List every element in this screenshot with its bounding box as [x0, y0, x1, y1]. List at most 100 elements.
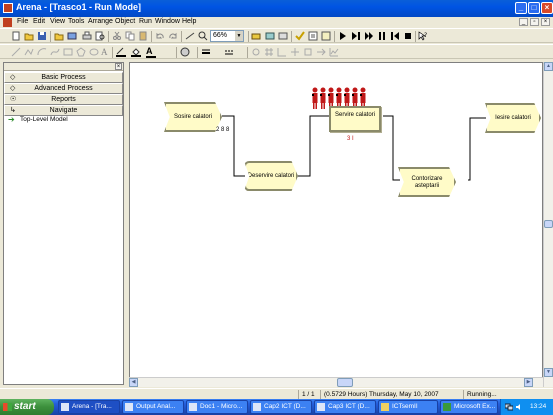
task-cap2[interactable]: Cap2 ICT (D...: [250, 400, 312, 414]
task-ictsemii[interactable]: ICTsemII: [378, 400, 438, 414]
module-contorizare-asteptarii[interactable]: Contorizare asteptarii: [398, 167, 456, 197]
submodel-icon[interactable]: [265, 31, 275, 41]
document-icon[interactable]: [3, 18, 12, 27]
grid-icon[interactable]: [264, 47, 274, 57]
tree-item-top-level-model[interactable]: ➔ Top-Level Model: [8, 116, 68, 124]
close-button[interactable]: ×: [541, 2, 553, 14]
plot-icon[interactable]: [329, 47, 339, 57]
menu-run[interactable]: Run: [139, 18, 152, 25]
ellipse-icon[interactable]: [89, 47, 99, 57]
model-canvas[interactable]: Sosire calatori 2 8 8 Deservire calatori…: [129, 62, 543, 387]
scroll-left-icon[interactable]: ◀: [129, 378, 138, 387]
end-icon[interactable]: [403, 31, 413, 41]
undo-icon[interactable]: [155, 31, 165, 41]
template-attach-icon[interactable]: [54, 31, 64, 41]
mdi-close-button[interactable]: ×: [541, 18, 550, 26]
close-icon[interactable]: ×: [115, 63, 122, 70]
glue-icon[interactable]: [303, 47, 313, 57]
minimize-button[interactable]: _: [515, 2, 527, 14]
guides-icon[interactable]: [290, 47, 300, 57]
panel-navigate[interactable]: ↳ Navigate: [4, 105, 123, 116]
module-sosire-calatori[interactable]: Sosire calatori: [164, 102, 222, 132]
break-icon[interactable]: [321, 31, 331, 41]
maximize-button[interactable]: □: [528, 2, 540, 14]
paste-icon[interactable]: [138, 31, 148, 41]
menu-tools[interactable]: Tools: [68, 18, 84, 25]
horizontal-scrollbar[interactable]: ◀ ▶: [129, 377, 543, 387]
panel-reports[interactable]: ☉ Reports: [4, 94, 123, 105]
snap-icon[interactable]: [251, 47, 261, 57]
vertical-scroll-thumb[interactable]: [544, 220, 553, 228]
task-cap3[interactable]: Cap3 ICT (D...: [314, 400, 376, 414]
menu-help[interactable]: Help: [182, 18, 196, 25]
task-arena[interactable]: Arena - [Tra...: [58, 400, 120, 414]
chevron-down-icon[interactable]: ▼: [235, 31, 243, 41]
named-view-icon[interactable]: [278, 31, 288, 41]
start-over-icon[interactable]: [390, 31, 400, 41]
open-icon[interactable]: [24, 31, 34, 41]
help-pointer-icon[interactable]: ?: [418, 31, 428, 41]
line-style-icon[interactable]: [224, 47, 234, 57]
cut-icon[interactable]: [112, 31, 122, 41]
menu-arrange[interactable]: Arrange: [88, 18, 113, 25]
line-color-icon[interactable]: [116, 47, 126, 57]
check-model-icon[interactable]: [295, 31, 305, 41]
redo-icon[interactable]: [168, 31, 178, 41]
line-icon[interactable]: [11, 47, 21, 57]
network-icon[interactable]: [505, 403, 513, 411]
layers-icon[interactable]: [251, 31, 261, 41]
new-icon[interactable]: [11, 31, 21, 41]
step-icon[interactable]: [351, 31, 361, 41]
fill-color-icon[interactable]: [131, 47, 141, 57]
connect-icon[interactable]: [185, 31, 195, 41]
module-iesire-calatori[interactable]: Iesire calatori: [485, 103, 541, 133]
polygon-icon[interactable]: [76, 47, 86, 57]
go-icon[interactable]: [338, 31, 348, 41]
polyline-icon[interactable]: [24, 47, 34, 57]
panel-basic-process[interactable]: ◇ Basic Process: [4, 72, 123, 83]
menu-edit[interactable]: Edit: [33, 18, 45, 25]
rulers-icon[interactable]: [277, 47, 287, 57]
line-width-icon[interactable]: [201, 47, 211, 57]
module-servire-calatori[interactable]: Servire calatori: [329, 106, 381, 132]
task-output-analyzer[interactable]: Output Anal...: [122, 400, 184, 414]
print-icon[interactable]: [82, 31, 92, 41]
copy-icon[interactable]: [125, 31, 135, 41]
bezier-icon[interactable]: [50, 47, 60, 57]
task-doc1[interactable]: Doc1 - Micro...: [186, 400, 248, 414]
zoom-value: 66%: [213, 32, 228, 39]
title-bar[interactable]: Arena - [Trasco1 - Run Mode] _ □ ×: [0, 0, 553, 17]
task-label: ICTsemII: [392, 403, 418, 410]
panel-advanced-process[interactable]: ◇ Advanced Process: [4, 83, 123, 94]
start-button[interactable]: start: [0, 399, 54, 415]
menu-view[interactable]: View: [50, 18, 65, 25]
task-excel[interactable]: Microsoft Ex...: [440, 400, 498, 414]
scroll-down-icon[interactable]: ▼: [544, 368, 553, 377]
mdi-restore-button[interactable]: ▫: [530, 18, 539, 26]
scroll-up-icon[interactable]: ▲: [544, 62, 553, 71]
menu-window[interactable]: Window: [155, 18, 180, 25]
menu-object[interactable]: Object: [115, 18, 135, 25]
background-color-icon[interactable]: [180, 47, 190, 57]
scroll-right-icon[interactable]: ▶: [524, 378, 533, 387]
animate-icon[interactable]: [316, 47, 326, 57]
word-icon: [253, 403, 261, 411]
horizontal-scroll-thumb[interactable]: [337, 378, 353, 387]
module-deservire-calatori[interactable]: Deservire calatori: [244, 161, 298, 191]
command-icon[interactable]: [308, 31, 318, 41]
fast-forward-icon[interactable]: [364, 31, 374, 41]
arc-icon[interactable]: [37, 47, 47, 57]
zoom-select[interactable]: 66% ▼: [210, 30, 244, 42]
box-icon[interactable]: [63, 47, 73, 57]
mdi-minimize-button[interactable]: _: [519, 18, 528, 26]
volume-icon[interactable]: [515, 403, 523, 411]
print-preview-icon[interactable]: [95, 31, 105, 41]
zoom-icon[interactable]: [198, 31, 208, 41]
save-icon[interactable]: [37, 31, 47, 41]
clock[interactable]: 13:24: [530, 403, 546, 410]
text-icon[interactable]: A: [101, 47, 111, 57]
vertical-scrollbar[interactable]: ▲ ▼: [543, 62, 553, 387]
pause-icon[interactable]: [377, 31, 387, 41]
template-detach-icon[interactable]: [67, 31, 77, 41]
menu-file[interactable]: File: [17, 18, 28, 25]
